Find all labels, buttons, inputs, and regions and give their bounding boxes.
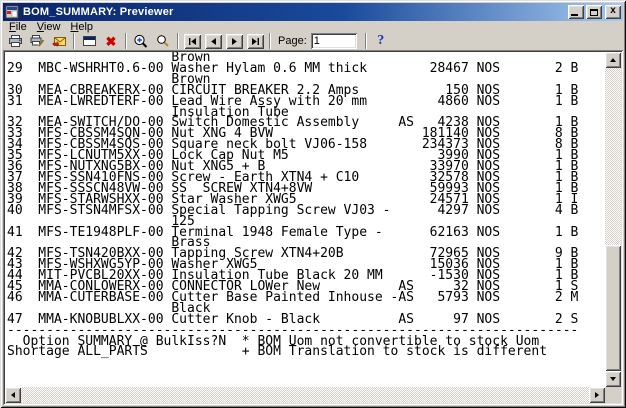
report-text: Brown 29 MBC-WSHRHT0.6-00 Washer Hylam 0… [5,52,605,387]
previous-page-icon [209,37,218,46]
window-title: BOM_SUMMARY: Previewer [23,6,566,18]
first-page-button[interactable] [184,34,201,49]
scroll-left-button[interactable] [5,387,21,403]
mail-icon [52,34,67,48]
maximize-button[interactable] [586,5,602,19]
zoom-out-button[interactable] [152,32,174,50]
print-setup-icon [30,34,45,48]
toolbar-separator [73,33,75,49]
previous-page-button[interactable] [205,34,222,49]
minimize-icon [571,14,578,16]
zoom-out-icon [156,34,170,48]
export-window-icon [82,34,97,48]
help-button[interactable]: ? [370,32,392,50]
report-viewport: Brown 29 MBC-WSHRHT0.6-00 Washer Hylam 0… [3,50,623,405]
first-page-icon [188,37,197,46]
vertical-scroll-thumb[interactable] [605,245,621,371]
page-label: Page: [278,35,307,47]
toolbar: ✖ [4,32,622,50]
printer-icon [8,34,23,48]
last-page-button[interactable] [247,34,264,49]
close-report-icon: ✖ [106,35,117,48]
zoom-in-icon [133,34,149,49]
scroll-down-button[interactable] [605,371,621,387]
close-icon: x [610,6,616,16]
arrow-down-icon [610,377,616,381]
print-setup-button[interactable] [26,32,48,50]
scroll-right-button[interactable] [589,387,605,403]
app-icon [5,5,19,19]
horizontal-scrollbar[interactable] [5,387,605,403]
print-button[interactable] [4,32,26,50]
toolbar-separator [269,33,271,49]
export-window-button[interactable] [78,32,100,50]
last-page-icon [251,37,260,46]
arrow-left-icon [11,392,15,398]
page-input[interactable] [311,33,357,49]
arrow-right-icon [595,392,599,398]
toolbar-separator [177,33,179,49]
toolbar-separator [125,33,127,49]
vertical-scrollbar[interactable] [605,52,621,387]
scrollbar-corner [605,387,621,403]
previewer-window: BOM_SUMMARY: Previewer x File View Help [0,0,626,408]
next-page-icon [230,37,239,46]
close-report-button[interactable]: ✖ [100,32,122,50]
maximize-icon [590,9,598,16]
help-icon: ? [377,34,384,48]
arrow-up-icon [610,58,616,62]
scroll-up-button[interactable] [605,52,621,68]
close-button[interactable]: x [605,5,621,19]
toolbar-separator [365,33,367,49]
title-bar[interactable]: BOM_SUMMARY: Previewer x [3,3,623,21]
minimize-button[interactable] [568,5,584,19]
mail-button[interactable] [48,32,70,50]
next-page-button[interactable] [226,34,243,49]
zoom-in-button[interactable] [130,32,152,50]
